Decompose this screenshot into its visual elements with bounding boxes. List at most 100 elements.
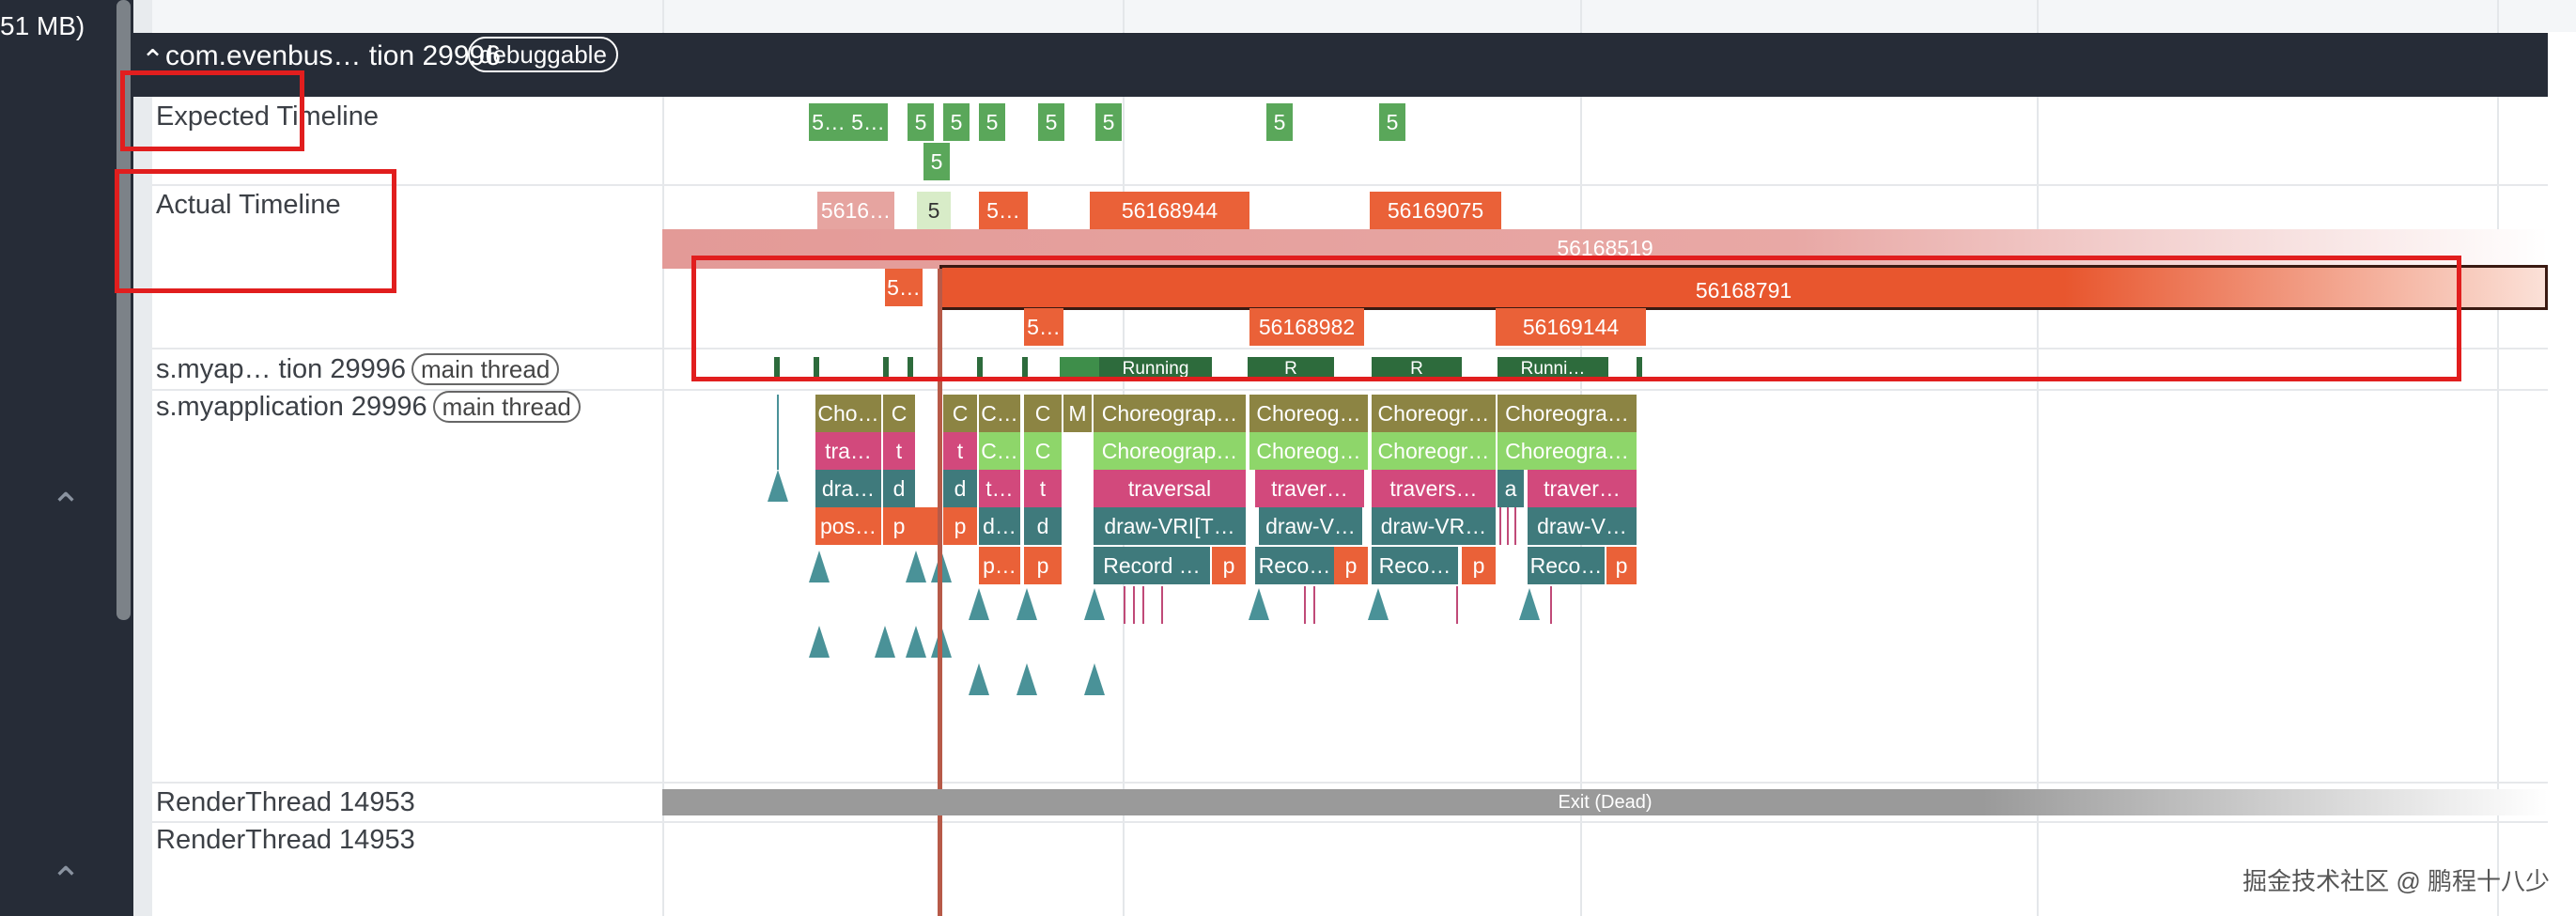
flame-slice[interactable]: p — [1334, 547, 1368, 584]
chevron-up-icon[interactable]: ⌃ — [47, 489, 85, 526]
flame-slice[interactable]: tra… — [815, 432, 881, 470]
flame-slice[interactable]: draw-VRI[T… — [1094, 507, 1246, 545]
expected-frame-slice[interactable]: 5 — [1095, 103, 1122, 141]
actual-frame-slice[interactable]: 5 — [917, 192, 951, 229]
expected-frame-slice[interactable]: 5… — [848, 103, 888, 141]
flame-slice[interactable]: traversal — [1094, 470, 1246, 507]
flame-slice[interactable]: M — [1063, 395, 1092, 432]
expected-frame-slice[interactable]: 5 — [979, 103, 1005, 141]
chevron-up-icon[interactable]: ⌃ — [47, 862, 85, 900]
flame-slice[interactable]: Cho… — [815, 395, 881, 432]
flame-slice[interactable]: Choreograp… — [1094, 395, 1246, 432]
flow-arrow-icon[interactable] — [809, 551, 830, 582]
flow-arrow-icon[interactable] — [1519, 588, 1540, 620]
row-divider — [152, 782, 2548, 784]
flow-arrow-icon[interactable] — [768, 470, 788, 502]
flow-arrow-icon[interactable] — [1016, 588, 1037, 620]
flame-slice[interactable]: d… — [979, 507, 1020, 545]
flame-slice[interactable]: Reco… — [1528, 547, 1605, 584]
flow-arrow-icon[interactable] — [906, 626, 926, 658]
flame-slice[interactable]: C — [883, 395, 915, 432]
flame-slice[interactable]: a — [1497, 470, 1524, 507]
flame-slice[interactable]: p — [1212, 547, 1246, 584]
flame-slice[interactable]: draw-V… — [1528, 507, 1637, 545]
flame-slice[interactable]: p — [1024, 547, 1062, 584]
render-thread-state[interactable]: Exit (Dead) — [662, 789, 2548, 815]
expected-frame-slice[interactable]: 5 — [1038, 103, 1064, 141]
flame-slice[interactable]: Record … — [1094, 547, 1210, 584]
process-track-header[interactable]: ⌃ com.evenbus… tion 29996 debuggable — [132, 33, 2548, 97]
flame-slice[interactable]: travers… — [1372, 470, 1496, 507]
expected-frame-slice[interactable]: 5… — [809, 103, 848, 141]
flow-arrow-icon[interactable] — [809, 626, 830, 658]
render-thread-label: RenderThread 14953 — [156, 825, 415, 855]
flame-slice[interactable]: p… — [979, 547, 1020, 584]
expected-frame-slice[interactable]: 5 — [1379, 103, 1405, 141]
flame-slice[interactable]: p — [883, 507, 915, 545]
actual-frame-slice[interactable]: 5… — [979, 192, 1028, 229]
flame-slice[interactable]: p — [1606, 547, 1637, 584]
flow-line — [777, 395, 779, 470]
flame-slice[interactable]: Choreogra… — [1497, 432, 1637, 470]
flame-tiny-slice[interactable] — [1304, 586, 1306, 624]
main-thread-tag: main thread — [411, 353, 560, 385]
flame-tiny-slice[interactable] — [1142, 586, 1144, 624]
flame-tiny-slice[interactable] — [1124, 586, 1125, 624]
flow-arrow-icon[interactable] — [969, 663, 989, 695]
flame-slice[interactable]: t — [1024, 470, 1062, 507]
flame-slice[interactable]: p — [1462, 547, 1496, 584]
flame-slice[interactable]: traver… — [1528, 470, 1637, 507]
flame-tiny-slice[interactable] — [1499, 507, 1501, 545]
flame-slice[interactable]: draw-V… — [1259, 507, 1362, 545]
flame-slice[interactable]: C — [1024, 432, 1062, 470]
expected-frame-slice[interactable]: 5 — [1266, 103, 1293, 141]
flame-slice[interactable]: t… — [979, 470, 1020, 507]
flame-tiny-slice[interactable] — [1161, 586, 1163, 624]
flame-tiny-slice[interactable] — [1550, 586, 1552, 624]
flame-slice[interactable]: Reco… — [1255, 547, 1334, 584]
left-sidebar — [0, 0, 133, 916]
actual-frame-slice[interactable]: 56169075 — [1370, 192, 1501, 229]
flow-arrow-icon[interactable] — [1368, 588, 1389, 620]
expected-frame-slice[interactable]: 5 — [923, 143, 950, 180]
render-thread-label: RenderThread 14953 — [156, 787, 415, 817]
expected-frame-slice[interactable]: 5 — [943, 103, 970, 141]
flow-arrow-icon[interactable] — [906, 551, 926, 582]
main-thread-state-label: s.myap… tion 29996 main thread — [156, 353, 560, 385]
flow-arrow-icon[interactable] — [875, 626, 895, 658]
flow-arrow-icon[interactable] — [1084, 588, 1105, 620]
flame-tiny-slice[interactable] — [1133, 586, 1135, 624]
flame-slice[interactable]: C — [943, 395, 977, 432]
flame-slice[interactable]: Reco… — [1372, 547, 1458, 584]
flame-slice[interactable]: traver… — [1255, 470, 1364, 507]
flame-slice[interactable]: Choreogr… — [1372, 432, 1496, 470]
flame-slice[interactable]: pos… — [815, 507, 881, 545]
flame-slice[interactable]: d — [1024, 507, 1062, 545]
flame-slice[interactable]: Choreog… — [1249, 395, 1368, 432]
flame-slice[interactable]: Choreog… — [1249, 432, 1368, 470]
expected-frame-slice[interactable]: 5 — [908, 103, 934, 141]
flame-slice[interactable]: dra… — [815, 470, 881, 507]
flame-slice[interactable]: d — [943, 470, 977, 507]
flame-tiny-slice[interactable] — [1514, 507, 1516, 545]
flame-slice[interactable]: C… — [979, 395, 1020, 432]
flame-tiny-slice[interactable] — [1456, 586, 1458, 624]
flame-slice[interactable]: p — [943, 507, 977, 545]
flame-slice[interactable]: Choreogr… — [1372, 395, 1496, 432]
actual-frame-slice[interactable]: 5616… — [817, 192, 894, 229]
flame-tiny-slice[interactable] — [1313, 586, 1315, 624]
flame-slice[interactable]: draw-VR… — [1372, 507, 1496, 545]
flow-arrow-icon[interactable] — [1084, 663, 1105, 695]
flame-tiny-slice[interactable] — [1507, 507, 1509, 545]
flame-slice[interactable]: C… — [979, 432, 1020, 470]
flame-slice[interactable]: t — [943, 432, 977, 470]
flame-slice[interactable]: C — [1024, 395, 1062, 432]
actual-frame-slice[interactable]: 56168944 — [1090, 192, 1249, 229]
flame-slice[interactable]: d — [883, 470, 915, 507]
flame-slice[interactable]: Choreogra… — [1497, 395, 1637, 432]
flow-arrow-icon[interactable] — [1016, 663, 1037, 695]
flame-slice[interactable]: t — [883, 432, 915, 470]
flame-slice[interactable]: Choreograp… — [1094, 432, 1246, 470]
flow-arrow-icon[interactable] — [1249, 588, 1269, 620]
flow-arrow-icon[interactable] — [969, 588, 989, 620]
